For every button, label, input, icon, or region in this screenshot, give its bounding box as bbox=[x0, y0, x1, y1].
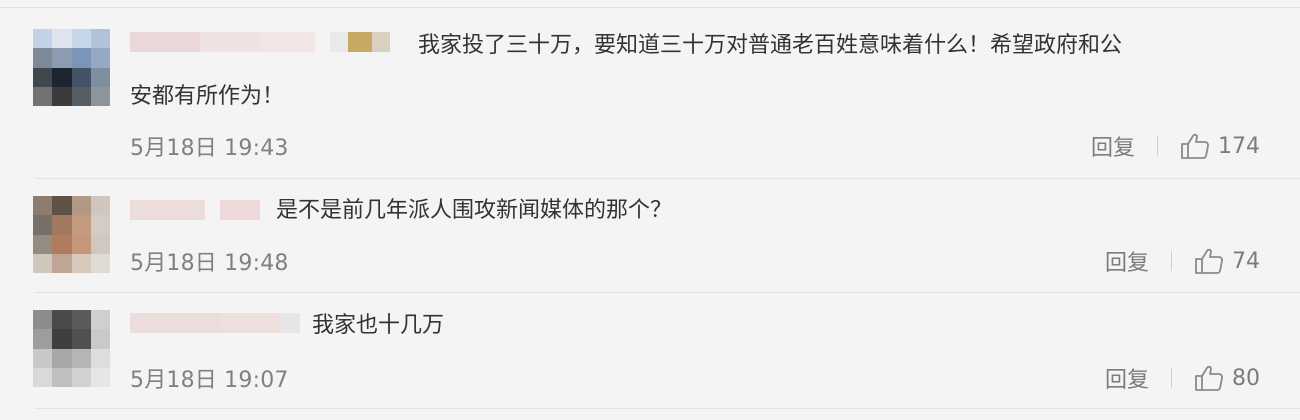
action-separator bbox=[1171, 368, 1172, 388]
username[interactable] bbox=[130, 32, 390, 52]
comment-divider bbox=[35, 292, 1300, 293]
comment-text: 我家投了三十万，要知道三十万对普通老百姓意味着什么！希望政府和公 bbox=[418, 33, 1123, 58]
reply-button[interactable]: 回复 bbox=[1105, 245, 1149, 277]
username[interactable] bbox=[130, 313, 300, 333]
reply-button[interactable]: 回复 bbox=[1091, 130, 1135, 162]
comment-divider bbox=[35, 178, 1300, 179]
comment-text-continued: 安都有所作为！ bbox=[130, 84, 285, 109]
thumbs-up-icon bbox=[1195, 365, 1223, 391]
comment-timestamp: 5月18日 19:07 bbox=[130, 368, 289, 393]
avatar[interactable] bbox=[33, 196, 110, 273]
comment-actions: 回复 74 bbox=[1105, 245, 1260, 277]
like-count: 80 bbox=[1232, 365, 1260, 391]
like-button[interactable]: 80 bbox=[1194, 364, 1260, 392]
comment-divider bbox=[35, 408, 1300, 409]
comment-timestamp: 5月18日 19:48 bbox=[130, 251, 289, 276]
reply-button[interactable]: 回复 bbox=[1105, 362, 1149, 394]
like-count: 174 bbox=[1218, 133, 1260, 159]
username[interactable] bbox=[130, 200, 260, 220]
thumbs-up-icon bbox=[1181, 133, 1209, 159]
action-separator bbox=[1157, 136, 1158, 156]
action-separator bbox=[1171, 251, 1172, 271]
like-count: 74 bbox=[1232, 248, 1260, 274]
comment-text: 我家也十几万 bbox=[312, 313, 445, 338]
comment-actions: 回复 80 bbox=[1105, 362, 1260, 394]
comment-text: 是不是前几年派人围攻新闻媒体的那个？ bbox=[276, 198, 673, 223]
comment-feed: 我家投了三十万，要知道三十万对普通老百姓意味着什么！希望政府和公 安都有所作为！… bbox=[0, 0, 1300, 420]
comment-timestamp: 5月18日 19:43 bbox=[130, 136, 289, 161]
like-button[interactable]: 74 bbox=[1194, 247, 1260, 275]
top-divider bbox=[0, 7, 1300, 8]
avatar[interactable] bbox=[33, 310, 110, 387]
like-button[interactable]: 174 bbox=[1180, 132, 1260, 160]
comment-actions: 回复 174 bbox=[1091, 130, 1260, 162]
avatar[interactable] bbox=[33, 29, 110, 106]
thumbs-up-icon bbox=[1195, 248, 1223, 274]
